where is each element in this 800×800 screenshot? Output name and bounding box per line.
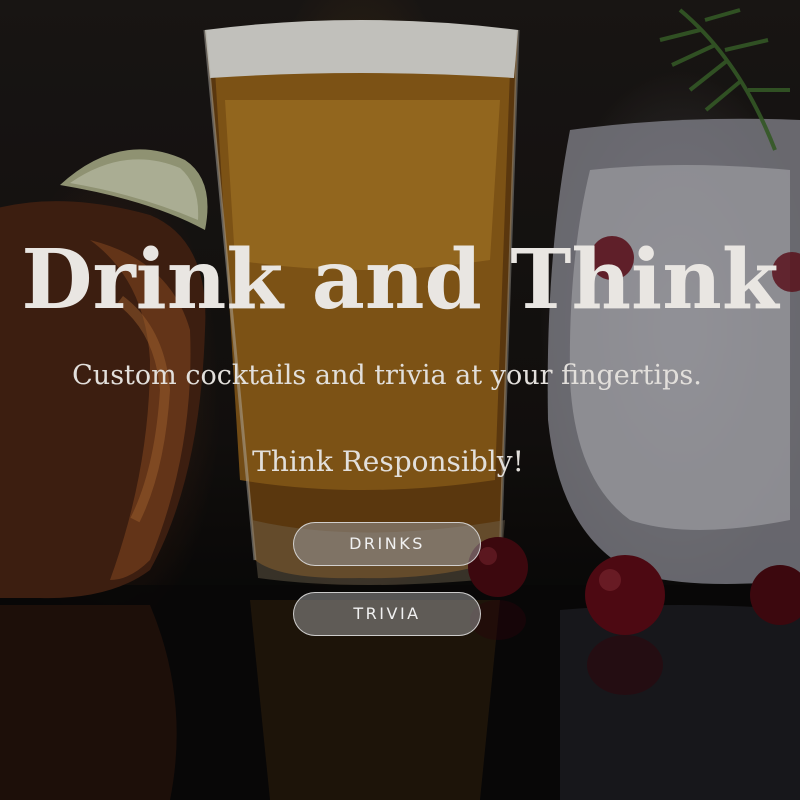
hero-section: Drink and Think Custom cocktails and tri… bbox=[0, 0, 800, 800]
trivia-button[interactable]: TRIVIA bbox=[293, 592, 481, 636]
drinks-button[interactable]: DRINKS bbox=[293, 522, 481, 566]
dark-overlay bbox=[0, 0, 800, 800]
page-title: Drink and Think bbox=[21, 232, 779, 328]
page-subtitle: Custom cocktails and trivia at your fing… bbox=[72, 360, 702, 391]
tagline: Think Responsibly! bbox=[252, 445, 524, 478]
